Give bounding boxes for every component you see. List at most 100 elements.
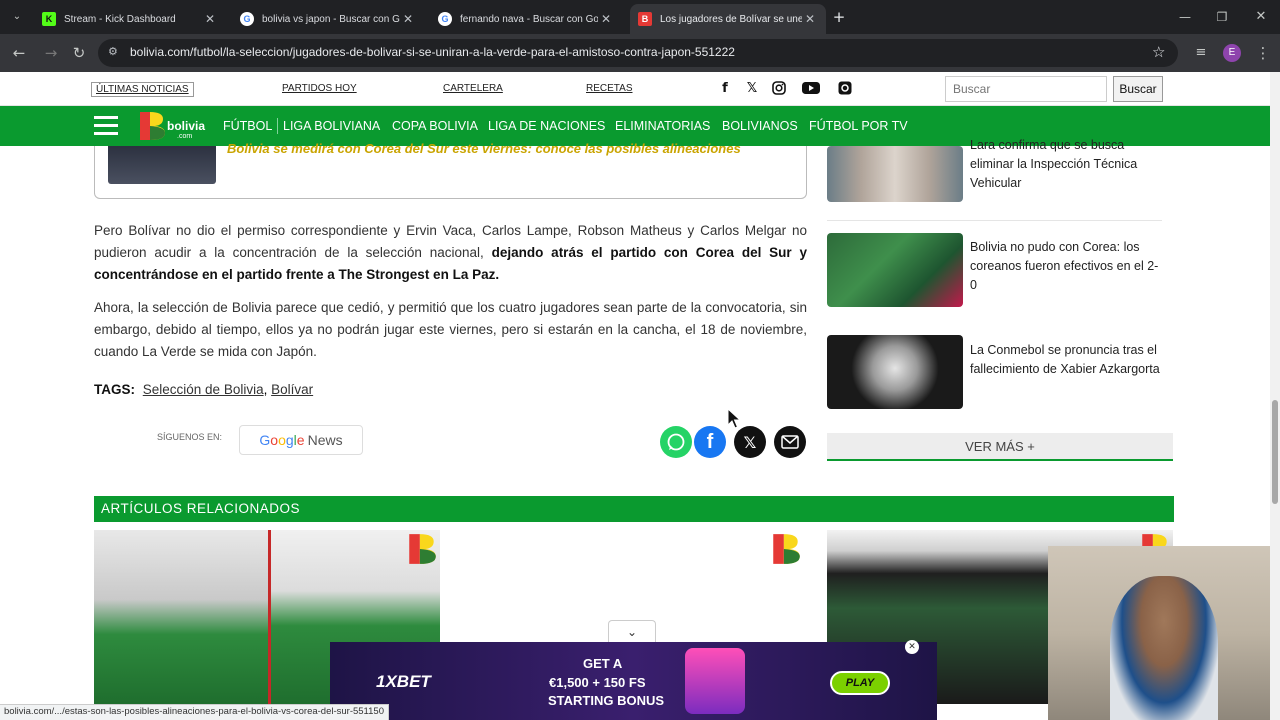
sidebar-article-title-3[interactable]: La Conmebol se pronuncia tras el falleci…	[970, 341, 1165, 379]
browser-tab-active[interactable]: B Los jugadores de Bolívar se unen ✕	[630, 4, 826, 34]
close-tab-icon[interactable]: ✕	[802, 12, 818, 26]
nav-item-futbol-por-tv[interactable]: FÚTBOL POR TV	[809, 119, 908, 133]
back-icon[interactable]: ←	[8, 42, 30, 64]
collapse-ad-chevron-icon[interactable]: ⌄	[608, 620, 656, 642]
photo-panel	[94, 530, 268, 704]
x-icon[interactable]: 𝕏	[743, 81, 761, 97]
instagram-icon[interactable]	[770, 81, 788, 97]
listings-link[interactable]: CARTELERA	[443, 83, 503, 94]
kick-favicon-icon: K	[42, 12, 56, 26]
matches-today-link[interactable]: PARTIDOS HOY	[282, 83, 357, 94]
embedded-article-card[interactable]: Bolivia se medirá con Corea del Sur este…	[94, 141, 807, 199]
logo-b-icon	[140, 112, 165, 140]
address-bar[interactable]: ⚙ bolivia.com/futbol/la-seleccion/jugado…	[98, 39, 1178, 67]
hamburger-menu-icon[interactable]	[94, 116, 118, 136]
url-text[interactable]: bolivia.com/futbol/la-seleccion/jugadore…	[130, 45, 735, 59]
follow-us-label: SÍGUENOS EN:	[157, 432, 223, 442]
nav-item-bolivianos[interactable]: BOLIVIANOS	[722, 119, 798, 133]
related-articles-header: ARTÍCULOS RELACIONADOS	[94, 496, 1174, 522]
nav-item-copa-bolivia[interactable]: COPA BOLIVIA	[392, 119, 478, 133]
related-articles-title: ARTÍCULOS RELACIONADOS	[101, 501, 301, 516]
site-logo[interactable]: bolivia .com	[137, 110, 207, 144]
mouse-cursor-icon	[727, 407, 742, 434]
webcam-overlay	[1048, 546, 1280, 720]
sidebar-article-title-1[interactable]: Lara confirma que se busca eliminar la I…	[970, 136, 1165, 193]
site-info-icon[interactable]: ⚙	[108, 45, 118, 58]
ad-line-1: GET A	[583, 656, 623, 671]
ad-line-3: STARTING BONUS	[548, 693, 665, 708]
ad-banner[interactable]: 1XBET GET A €1,500 + 150 FS STARTING BON…	[330, 642, 937, 720]
tab-title: Stream - Kick Dashboard	[64, 13, 176, 25]
tag-link-seleccion[interactable]: Selección de Bolivia	[143, 382, 264, 397]
maximize-icon[interactable]: ❐	[1211, 6, 1233, 28]
logo-text: bolivia	[167, 119, 206, 133]
profile-avatar[interactable]: E	[1223, 44, 1241, 62]
menu-kebab-icon[interactable]: ⋮	[1252, 42, 1274, 64]
scrollbar-thumb[interactable]	[1272, 400, 1278, 504]
nav-item-futbol[interactable]: FÚTBOL	[223, 119, 272, 133]
divider	[827, 220, 1162, 221]
reload-icon[interactable]: ↻	[68, 42, 90, 64]
browser-tab-bar: ⌄ K Stream - Kick Dashboard ✕ G bolivia …	[0, 0, 1280, 34]
article-paragraph-2: Ahora, la selección de Bolivia parece qu…	[94, 300, 807, 359]
tab-title: Los jugadores de Bolívar se unen	[660, 13, 802, 25]
site-search-input[interactable]	[945, 76, 1107, 102]
embedded-article-thumbnail[interactable]	[108, 146, 216, 184]
minimize-icon[interactable]: —	[1174, 6, 1196, 28]
sidebar-article-title-2[interactable]: Bolivia no pudo con Corea: los coreanos …	[970, 238, 1165, 295]
media-control-icon[interactable]: ≡	[1190, 42, 1212, 64]
close-tab-icon[interactable]: ✕	[202, 12, 218, 26]
see-more-button[interactable]: VER MÁS +	[827, 433, 1173, 461]
close-window-icon[interactable]: ✕	[1250, 6, 1272, 28]
ad-line-2: €1,500 + 150 FS	[549, 675, 646, 690]
youtube-icon[interactable]	[802, 81, 820, 97]
forward-icon[interactable]: →	[40, 42, 62, 64]
latest-news-link[interactable]: ÚLTIMAS NOTICIAS	[91, 82, 194, 97]
browser-tab-google-1[interactable]: G bolivia vs japon - Buscar con Google ✕	[232, 4, 424, 34]
whatsapp-icon[interactable]	[660, 426, 692, 458]
streamer-figure	[1110, 576, 1218, 720]
close-tab-icon[interactable]: ✕	[400, 12, 416, 26]
browser-tab-kick[interactable]: K Stream - Kick Dashboard ✕	[34, 4, 226, 34]
site-search-button[interactable]: Buscar	[1113, 76, 1163, 102]
bookmark-star-icon[interactable]: ☆	[1152, 43, 1165, 61]
sidebar-thumbnail-2[interactable]	[827, 233, 963, 307]
logo-b-icon	[409, 534, 436, 564]
ad-brand: 1XBET	[376, 672, 431, 691]
google-news-button[interactable]: Google News	[239, 425, 363, 455]
browser-tab-google-2[interactable]: G fernando nava - Buscar con Google ✕	[430, 4, 622, 34]
browser-toolbar: ← → ↻ ⚙ bolivia.com/futbol/la-seleccion/…	[0, 34, 1280, 72]
article-paragraph-1: Pero Bolívar no dio el permiso correspon…	[94, 220, 807, 286]
tab-title: bolivia vs japon - Buscar con Google	[262, 13, 400, 25]
close-ad-icon[interactable]: ✕	[905, 640, 919, 654]
bolivia-favicon-icon: B	[638, 12, 652, 26]
page-scrollbar[interactable]	[1270, 72, 1280, 720]
facebook-icon[interactable]: f	[716, 81, 734, 97]
tab-title: fernando nava - Buscar con Google	[460, 13, 598, 25]
logo-b-icon	[773, 534, 800, 564]
google-favicon-icon: G	[240, 12, 254, 26]
email-icon[interactable]	[774, 426, 806, 458]
nav-item-eliminatorias[interactable]: ELIMINATORIAS	[615, 119, 710, 133]
threads-icon[interactable]	[836, 81, 854, 97]
recipes-link[interactable]: RECETAS	[586, 83, 633, 94]
ad-play-button[interactable]: PLAY	[830, 671, 890, 695]
nav-item-liga-boliviana[interactable]: LIGA BOLIVIANA	[283, 119, 380, 133]
embedded-article-title[interactable]: Bolivia se medirá con Corea del Sur este…	[227, 141, 797, 156]
google-news-text: News	[307, 432, 343, 448]
close-tab-icon[interactable]: ✕	[598, 12, 614, 26]
tag-link-bolivar[interactable]: Bolívar	[271, 382, 313, 397]
logo-subtext: .com	[177, 133, 193, 140]
new-tab-icon[interactable]: +	[828, 6, 850, 28]
tags-row: TAGS: Selección de Bolivia, Bolívar	[94, 382, 314, 397]
facebook-share-icon[interactable]: f	[694, 426, 726, 458]
nav-item-liga-de-naciones[interactable]: LIGA DE NACIONES	[488, 119, 605, 133]
nav-separator	[277, 118, 278, 134]
sidebar-thumbnail-3[interactable]	[827, 335, 963, 409]
google-favicon-icon: G	[438, 12, 452, 26]
slot-machine-graphic	[685, 648, 745, 714]
sidebar-thumbnail-1[interactable]	[827, 146, 963, 202]
google-logo-icon: Google	[259, 432, 305, 448]
tab-search-icon[interactable]: ⌄	[6, 6, 28, 28]
site-top-bar: ÚLTIMAS NOTICIAS PARTIDOS HOY CARTELERA …	[0, 72, 1270, 106]
